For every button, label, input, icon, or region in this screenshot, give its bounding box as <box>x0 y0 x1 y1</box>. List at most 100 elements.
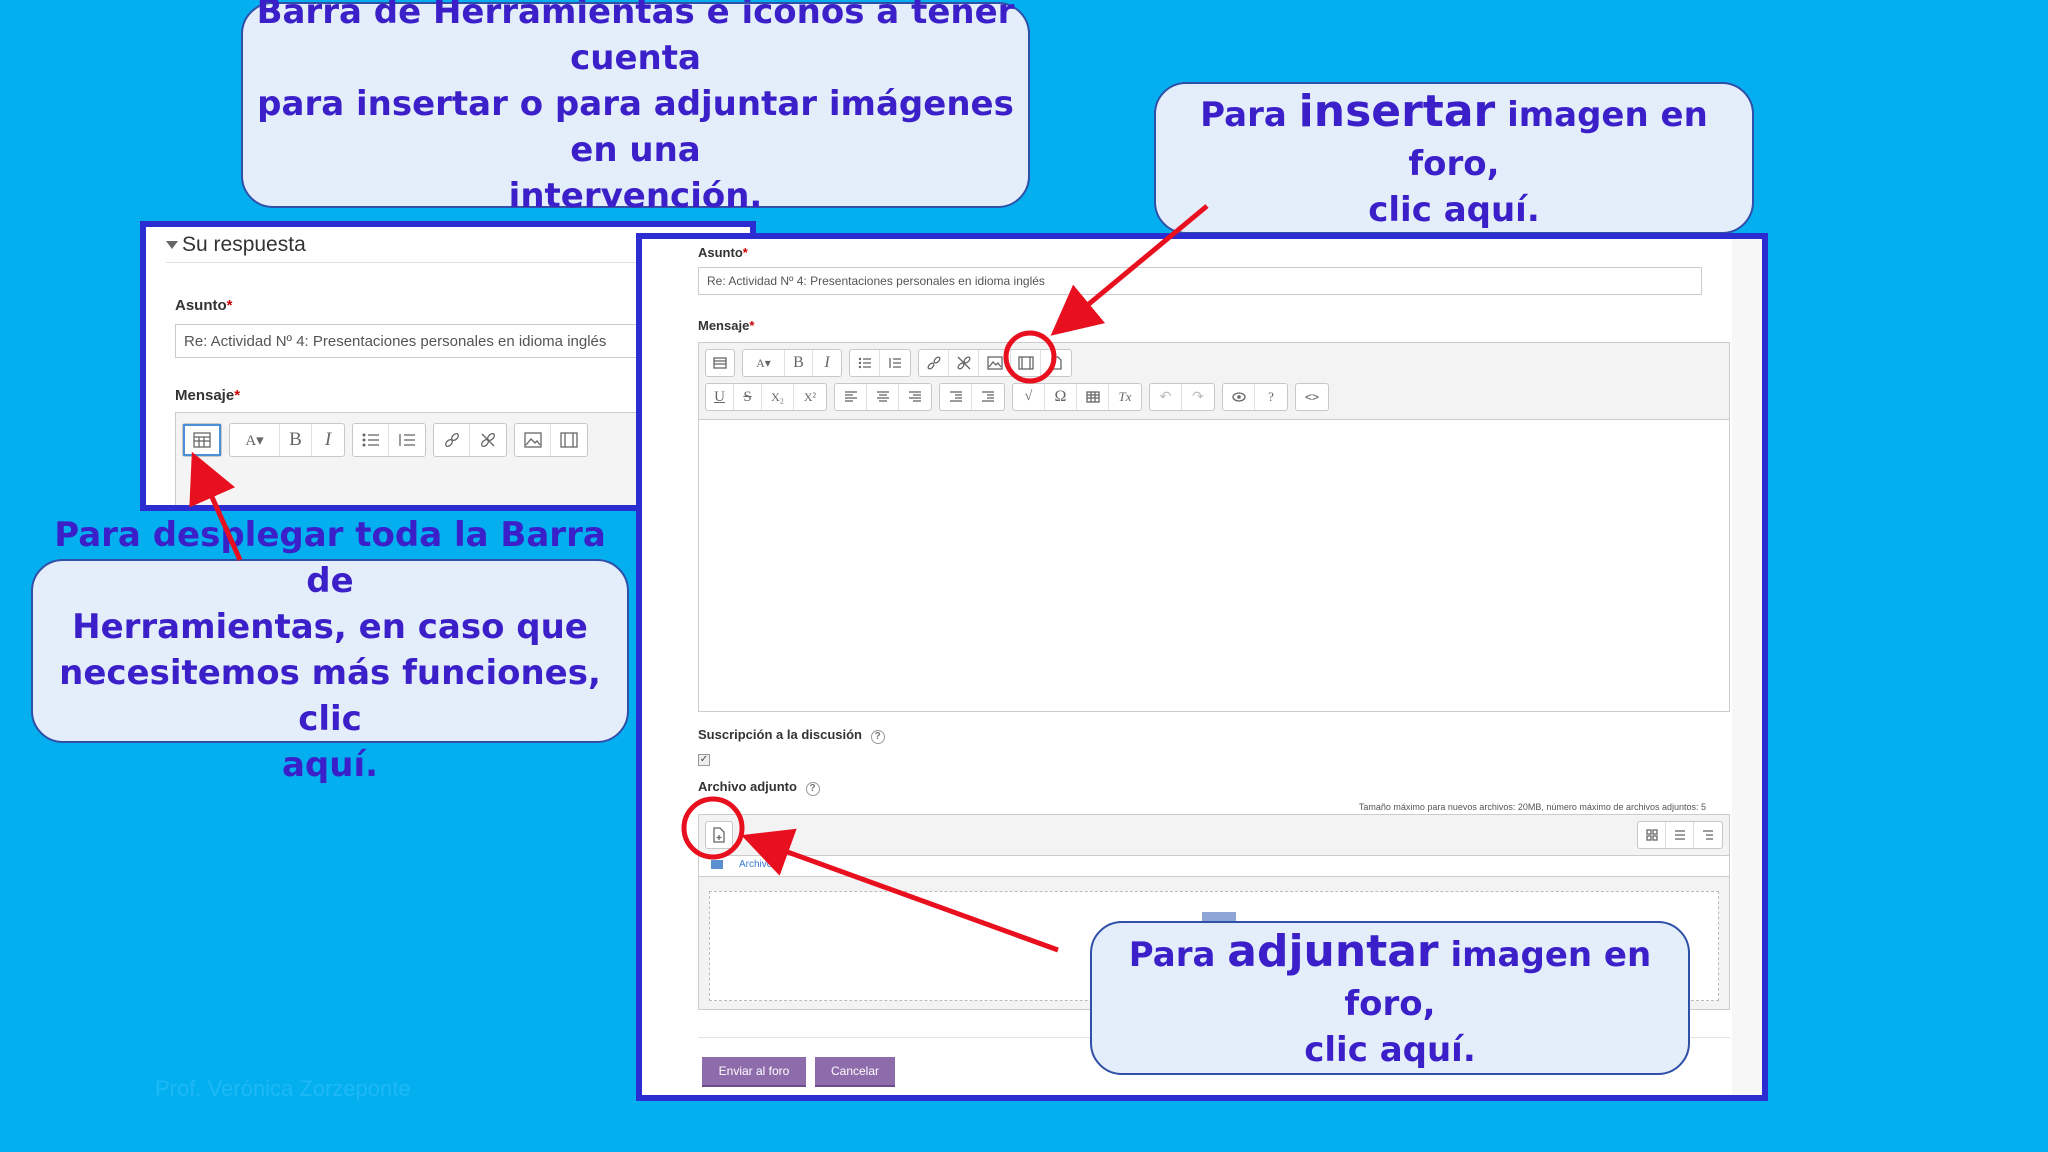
outdent-button[interactable] <box>940 384 972 410</box>
toolbar-group <box>918 349 1072 377</box>
submit-button-label: Enviar al foro <box>718 1064 790 1078</box>
align-right-button[interactable] <box>899 384 931 410</box>
align-right-icon <box>909 391 921 402</box>
callout-line: clic aquí. <box>1368 189 1540 230</box>
toolbar-group <box>939 383 1005 411</box>
insert-image-button[interactable] <box>979 350 1011 376</box>
font-style-button[interactable]: A▾ <box>230 424 280 456</box>
font-style-icon: A▾ <box>756 355 771 370</box>
bullet-list-button[interactable] <box>850 350 880 376</box>
help-icon[interactable]: ? <box>805 782 820 796</box>
subject-label: Asunto* <box>175 297 233 314</box>
required-mark: * <box>226 297 233 314</box>
subscript-button[interactable]: X₂ <box>762 384 794 410</box>
editor-container: A▾ B I U S X₂ X² √ Ω Tx ↶ ↷ ? <> <box>698 342 1730 712</box>
required-mark: * <box>749 318 755 333</box>
files-folder-link[interactable]: Archivos <box>739 859 777 870</box>
insert-media-button[interactable] <box>1011 350 1041 376</box>
cancel-button-label: Cancelar <box>830 1064 880 1078</box>
toolbar-group <box>834 383 932 411</box>
toolbar-group: A▾ B I <box>742 349 842 377</box>
toolbar-toggle-button[interactable] <box>183 424 221 456</box>
section-title: Su respuesta <box>182 233 306 256</box>
accessibility-checker-button[interactable] <box>1223 384 1255 410</box>
callout-line: aquí. <box>281 744 379 785</box>
link-icon <box>926 356 941 370</box>
folder-icon <box>711 860 723 869</box>
html-source-button[interactable]: <> <box>1296 384 1328 410</box>
add-file-button[interactable] <box>705 821 733 849</box>
eye-icon <box>1231 392 1246 402</box>
file-icon <box>1051 356 1062 370</box>
toolbar-group: <> <box>1295 383 1329 411</box>
numbered-list-button[interactable] <box>389 424 425 456</box>
message-textarea[interactable] <box>699 419 1729 711</box>
toolbar-group <box>514 423 588 457</box>
toolbar-toggle-icon <box>193 432 211 448</box>
author-footer: Prof. Verónica Zorzeponte <box>155 1076 411 1101</box>
toolbar-toggle-button[interactable] <box>706 350 734 376</box>
callout-attach-image: Para adjuntar imagen en foro, clic aquí. <box>1090 921 1690 1075</box>
unlink-button[interactable] <box>470 424 506 456</box>
table-button[interactable] <box>1077 384 1109 410</box>
manage-files-button[interactable] <box>1041 350 1071 376</box>
equation-button[interactable]: √ <box>1013 384 1045 410</box>
bold-button[interactable]: B <box>280 424 312 456</box>
toolbar-toggle-icon <box>713 357 727 369</box>
attachment-label: Archivo adjunto ? <box>698 779 820 796</box>
unlink-icon <box>481 433 495 447</box>
underline-button[interactable]: U <box>706 384 734 410</box>
italic-icon: I <box>324 429 332 450</box>
redo-button[interactable]: ↷ <box>1182 384 1214 410</box>
view-list-button[interactable] <box>1666 822 1694 848</box>
clear-format-button[interactable]: Tx <box>1109 384 1141 410</box>
insert-image-button[interactable] <box>515 424 551 456</box>
collapse-icon <box>166 241 178 249</box>
strikethrough-button[interactable]: S <box>734 384 762 410</box>
help-icon[interactable]: ? <box>870 730 885 744</box>
screen-reader-button[interactable]: ? <box>1255 384 1287 410</box>
equation-icon: √ <box>1024 389 1033 404</box>
bullet-list-icon <box>858 357 871 369</box>
view-tree-button[interactable] <box>1694 822 1722 848</box>
numbered-list-button[interactable] <box>880 350 910 376</box>
required-mark: * <box>742 245 748 260</box>
unlink-button[interactable] <box>949 350 979 376</box>
bold-button[interactable]: B <box>785 350 813 376</box>
toolbar-group <box>182 423 222 457</box>
undo-button[interactable]: ↶ <box>1150 384 1182 410</box>
toolbar-group <box>352 423 426 457</box>
editor-toolbar-row-1: A▾ B I <box>705 349 1079 377</box>
link-button[interactable] <box>434 424 470 456</box>
view-icons-button[interactable] <box>1638 822 1666 848</box>
align-center-button[interactable] <box>867 384 899 410</box>
subject-input[interactable]: Re: Actividad Nº 4: Presentaciones perso… <box>698 267 1702 295</box>
subscription-checkbox[interactable]: ✓ <box>698 754 710 766</box>
insert-media-button[interactable] <box>551 424 587 456</box>
subject-label-text: Asunto <box>698 245 743 260</box>
submit-button[interactable]: Enviar al foro <box>702 1057 806 1087</box>
toolbar-group <box>433 423 507 457</box>
required-mark: * <box>234 387 241 404</box>
clear-format-icon: Tx <box>1118 389 1132 404</box>
media-icon <box>560 432 578 448</box>
link-button[interactable] <box>919 350 949 376</box>
indent-icon <box>982 391 994 402</box>
grid-icon <box>1645 829 1658 841</box>
toolbar-group: ? <box>1222 383 1288 411</box>
callout-keyword: insertar <box>1298 86 1496 138</box>
font-style-button[interactable]: A▾ <box>743 350 785 376</box>
italic-button[interactable]: I <box>312 424 344 456</box>
superscript-button[interactable]: X² <box>794 384 826 410</box>
numbered-list-icon <box>889 358 901 368</box>
special-char-button[interactable]: Ω <box>1045 384 1077 410</box>
callout-text: Para <box>1128 935 1228 976</box>
align-left-button[interactable] <box>835 384 867 410</box>
toolbar-group: √ Ω Tx <box>1012 383 1142 411</box>
bullet-list-button[interactable] <box>353 424 389 456</box>
italic-button[interactable]: I <box>813 350 841 376</box>
indent-button[interactable] <box>972 384 1004 410</box>
code-icon: <> <box>1304 390 1320 404</box>
underline-icon: U <box>714 388 725 405</box>
cancel-button[interactable]: Cancelar <box>815 1057 895 1087</box>
